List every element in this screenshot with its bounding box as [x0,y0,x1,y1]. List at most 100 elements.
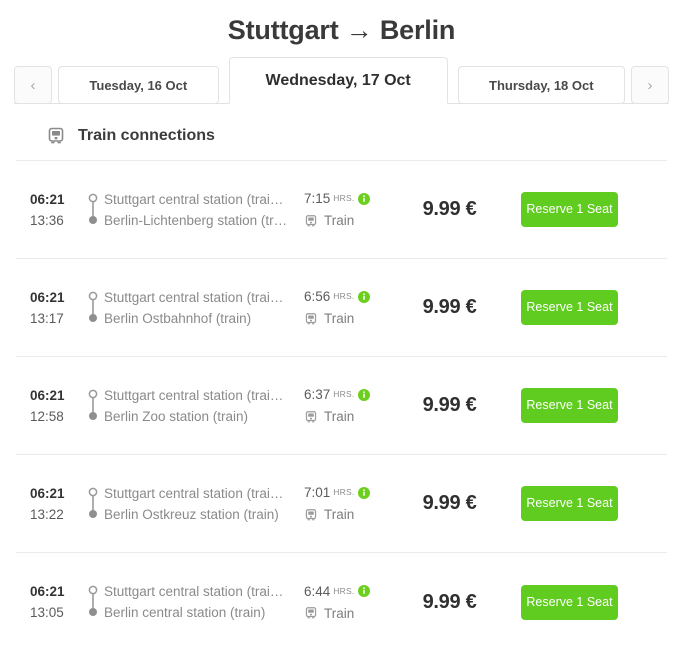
transport-mode-label: Train [324,409,355,424]
price: 9.99 € [422,590,477,613]
times-column: 06:21 13:36 [30,189,82,231]
connection-row[interactable]: 06:21 13:36 Stuttgart central station (t… [16,161,667,259]
price: 9.99 € [422,492,477,514]
action-column: Reserve 1 Seat [521,388,667,423]
times-column: 06:21 13:17 [30,287,82,329]
chevron-left-icon: ‹ [30,76,36,94]
train-icon [46,126,66,146]
route-marker [82,484,104,524]
train-icon [304,508,318,522]
duration-column: 7:15 HRS. Train [304,188,396,231]
arrival-time: 13:22 [30,506,64,522]
route-marker [82,288,104,328]
destination-station: Berlin-Lichtenberg station (tr… [104,212,288,228]
info-icon[interactable] [358,585,371,597]
reserve-seat-button[interactable]: Reserve 1 Seat [521,584,618,620]
action-column: Reserve 1 Seat [521,290,667,325]
departure-time: 06:21 [30,485,65,501]
train-icon [304,606,318,620]
price: 9.99 € [422,198,477,220]
duration-value: 6:56 [304,289,331,304]
stations-column: Stuttgart central station (trai… Berlin … [104,581,304,623]
arrival-time: 12:58 [30,408,64,424]
duration-unit: HRS. [333,193,355,203]
connection-row[interactable]: 06:21 12:58 Stuttgart central station (t… [16,357,667,455]
destination-station: Berlin Ostkreuz station (train) [104,506,279,522]
section-title: Train connections [78,127,215,144]
action-column: Reserve 1 Seat [521,192,667,227]
previous-day-button[interactable]: ‹ [14,66,52,104]
route-marker [82,582,104,622]
date-tab-label: Wednesday, 17 Oct [265,71,411,89]
origin-station: Stuttgart central station (trai… [104,289,284,305]
reserve-seat-button[interactable]: Reserve 1 Seat [521,486,618,521]
connection-list: 06:21 13:36 Stuttgart central station (t… [16,161,667,651]
search-results-page: Stuttgart → Berlin ‹ Tuesday, 16 Oct Wed… [0,0,683,655]
action-column: Reserve 1 Seat [521,486,667,521]
next-day-button[interactable]: › [630,66,669,104]
reserve-seat-button[interactable]: Reserve 1 Seat [521,388,618,423]
date-tab-bar: ‹ Tuesday, 16 Oct Wednesday, 17 Oct Thur… [0,57,683,104]
duration-value: 6:44 [304,583,331,599]
transport-mode-label: Train [324,311,355,326]
connection-row[interactable]: 06:21 13:17 Stuttgart central station (t… [16,259,667,357]
departure-time: 06:21 [30,387,65,403]
destination-station: Berlin Ostbahnhof (train) [104,310,252,326]
destination-station: Berlin central station (train) [104,605,266,620]
train-icon [304,410,318,424]
date-tab-label: Tuesday, 16 Oct [89,77,188,93]
info-icon[interactable] [358,290,371,303]
origin-station: Stuttgart central station (trai… [104,387,284,403]
price: 9.99 € [422,394,477,416]
origin-station: Stuttgart central station (trai… [104,584,284,599]
date-tab-label: Thursday, 18 Oct [489,77,594,93]
duration-column: 7:01 HRS. Train [304,482,396,525]
duration-column: 6:37 HRS. Train [304,384,396,427]
date-tab-tuesday[interactable]: Tuesday, 16 Oct [58,66,219,104]
arrival-time: 13:36 [30,212,64,228]
duration-value: 7:15 [304,191,331,206]
duration-unit: HRS. [333,585,355,596]
times-column: 06:21 12:58 [30,385,82,427]
times-column: 06:21 13:22 [30,483,82,525]
reserve-seat-button[interactable]: Reserve 1 Seat [521,192,618,227]
info-icon[interactable] [358,388,371,401]
stations-column: Stuttgart central station (trai… Berlin … [104,483,304,525]
route-marker [82,190,104,230]
info-icon[interactable] [358,486,371,499]
departure-time: 06:21 [30,191,65,207]
duration-value: 6:37 [304,387,331,402]
action-column: Reserve 1 Seat [521,584,667,620]
transport-mode-label: Train [324,213,355,228]
duration-column: 6:56 HRS. Train [304,286,396,329]
chevron-right-icon: › [647,76,653,94]
page-title: Stuttgart → Berlin [227,15,456,45]
duration-value: 7:01 [304,485,331,500]
train-connections-header: Train connections [16,104,667,161]
destination-station: Berlin Zoo station (train) [104,408,249,424]
stations-column: Stuttgart central station (trai… Berlin … [104,385,304,427]
departure-time: 06:21 [30,584,65,599]
duration-unit: HRS. [333,291,355,301]
train-icon [304,312,318,326]
transport-mode-label: Train [324,605,355,621]
transport-mode-label: Train [324,507,355,522]
origin-station: Stuttgart central station (trai… [104,485,284,501]
arrival-time: 13:05 [30,605,64,620]
connection-row[interactable]: 06:21 13:05 Stuttgart central station (t… [16,553,667,651]
train-icon [304,214,318,228]
connection-row[interactable]: 06:21 13:22 Stuttgart central station (t… [16,455,667,553]
duration-column: 6:44 HRS. Train [304,581,396,624]
duration-unit: HRS. [333,487,355,497]
info-icon[interactable] [358,192,371,205]
stations-column: Stuttgart central station (trai… Berlin … [104,287,304,329]
departure-time: 06:21 [30,289,65,305]
times-column: 06:21 13:05 [30,581,82,623]
route-marker [82,386,104,426]
reserve-seat-button[interactable]: Reserve 1 Seat [521,290,618,325]
arrival-time: 13:17 [30,310,64,326]
price: 9.99 € [422,296,477,318]
date-tab-thursday[interactable]: Thursday, 18 Oct [457,66,625,104]
date-tab-wednesday-active[interactable]: Wednesday, 17 Oct [228,57,448,104]
origin-station: Stuttgart central station (trai… [104,191,284,207]
